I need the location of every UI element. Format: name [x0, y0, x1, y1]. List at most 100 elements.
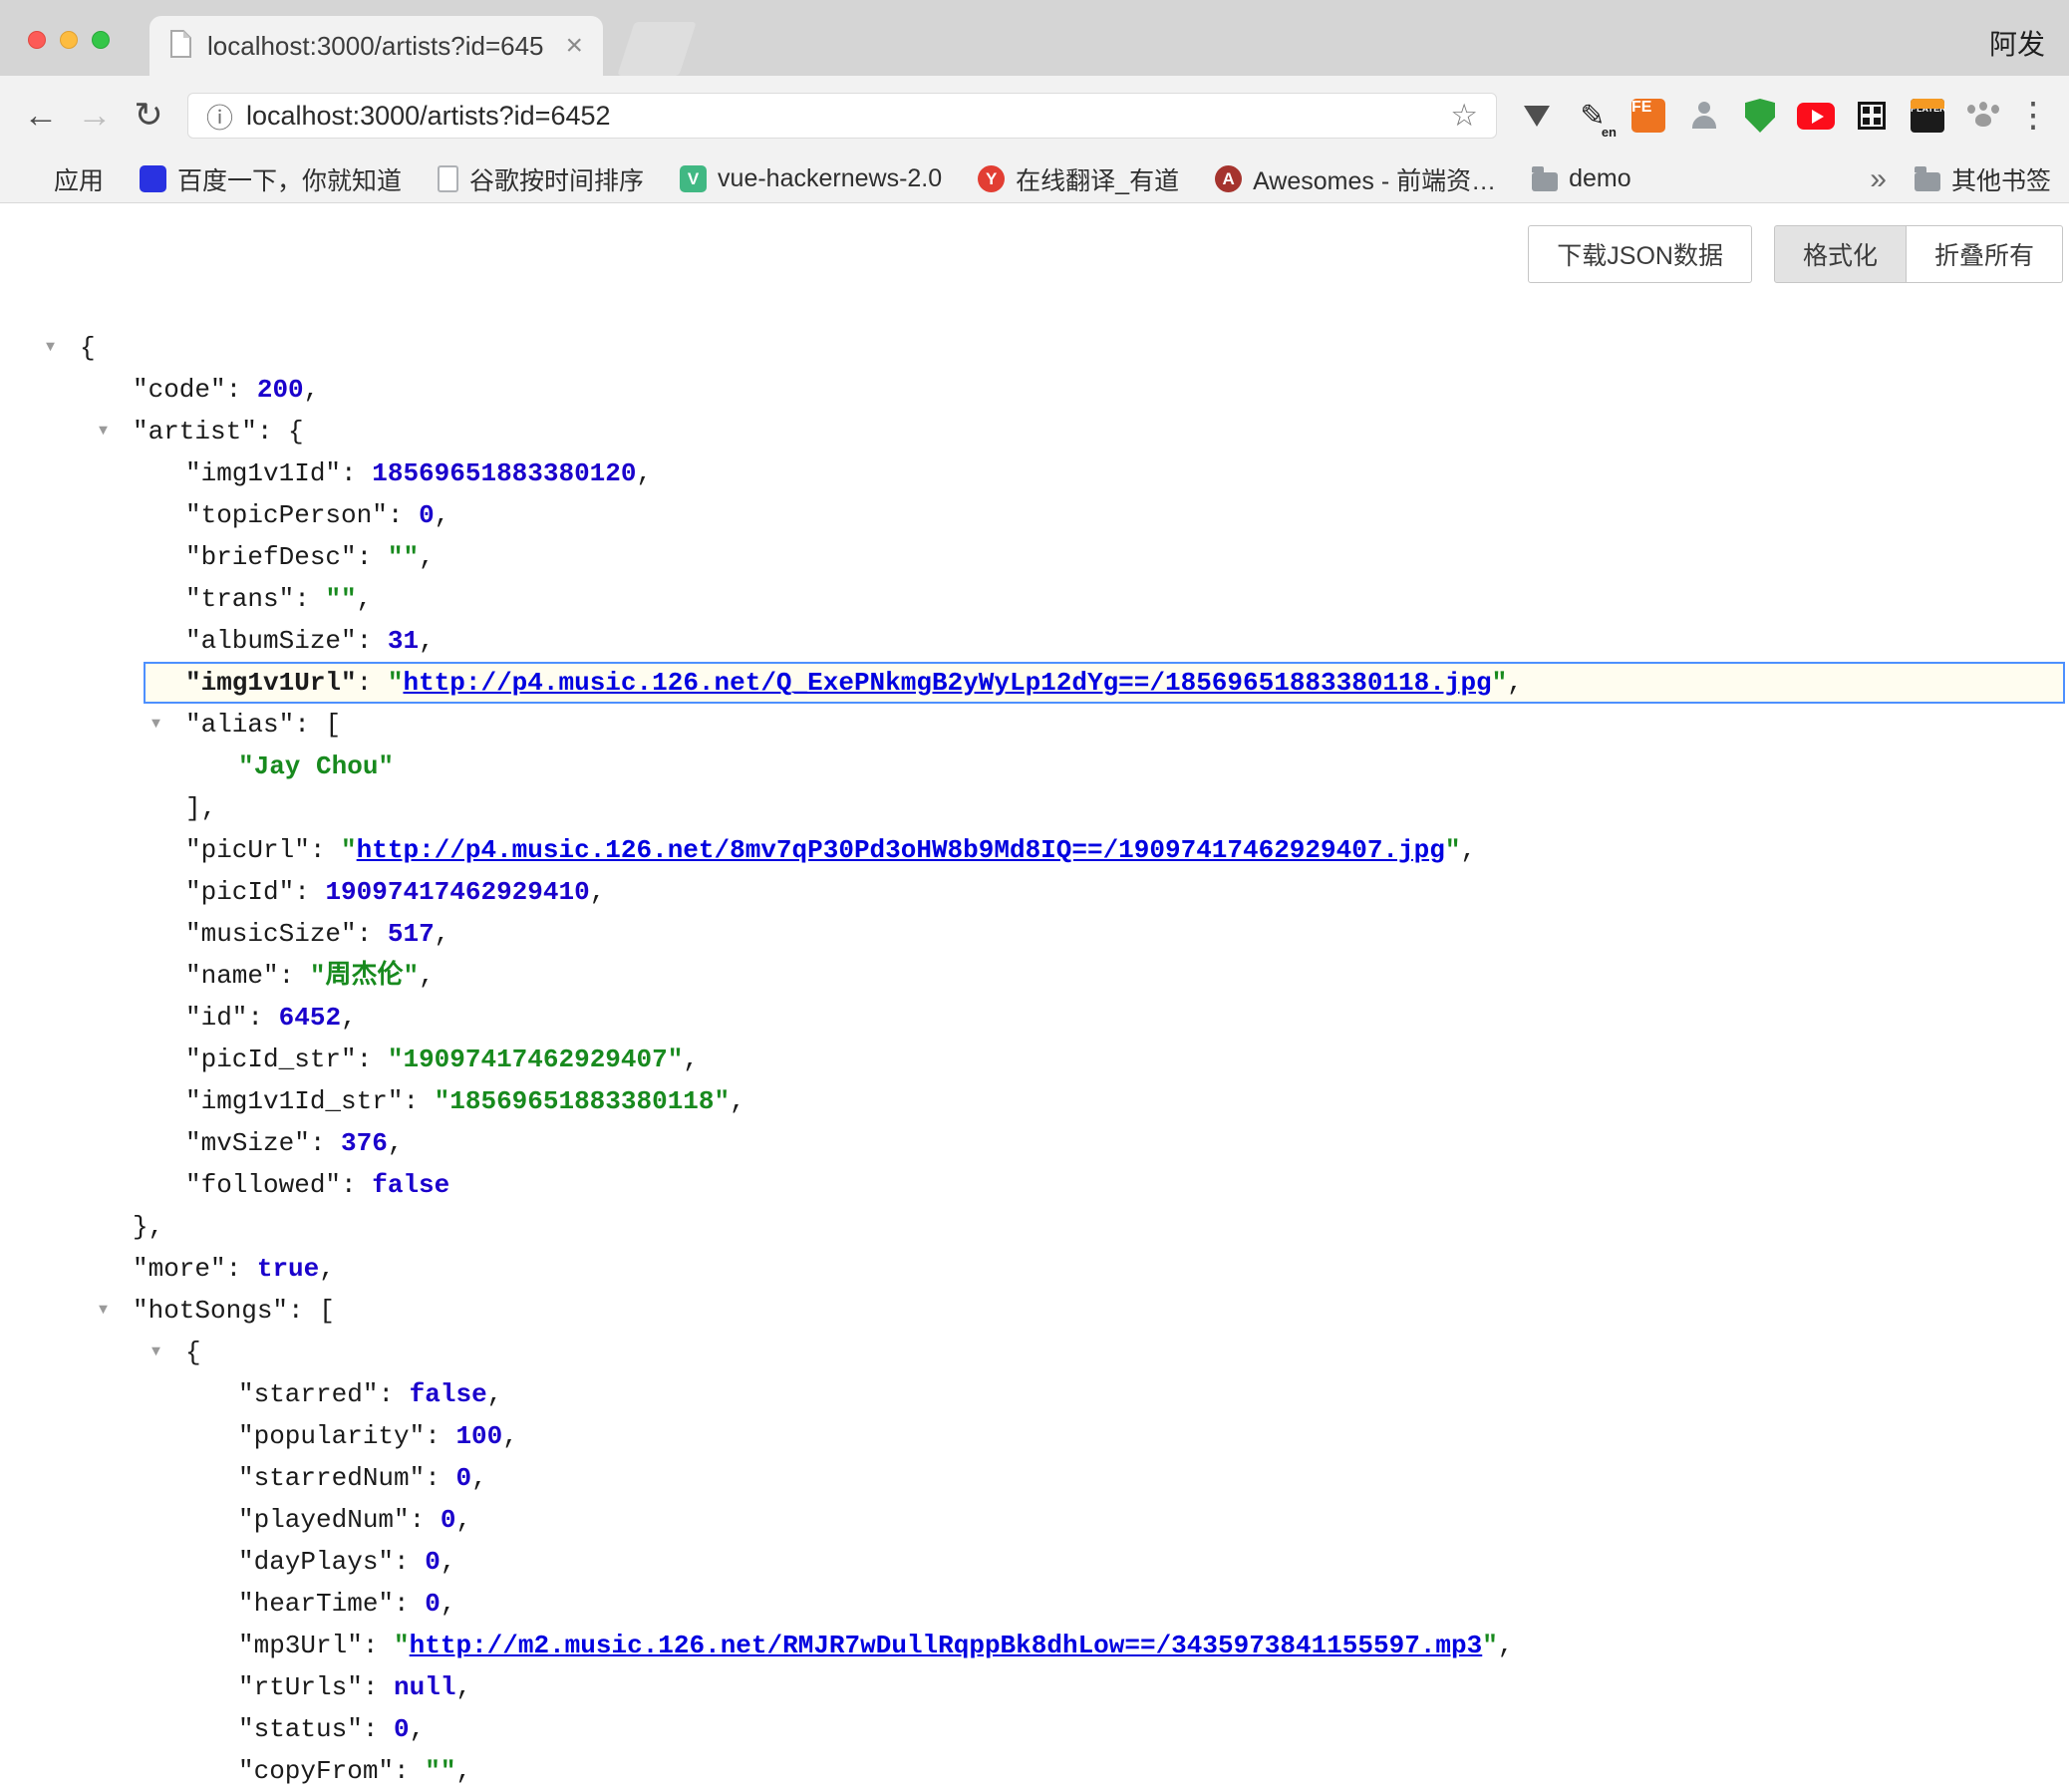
json-key: "artist": [133, 417, 257, 447]
folder-icon: [1915, 172, 1940, 191]
bookmark-item-baidu[interactable]: 百度一下，你就知道: [140, 161, 402, 197]
json-line: "Jay Chou": [0, 746, 2069, 787]
download-json-button[interactable]: 下载JSON数据: [1528, 225, 1752, 283]
bookmark-item-awesomes[interactable]: AAwesomes - 前端资…: [1215, 161, 1496, 197]
collapse-toggle-icon[interactable]: ▼: [46, 327, 55, 369]
json-value: 100: [455, 1421, 502, 1451]
collapse-toggle-icon[interactable]: ▼: [151, 704, 160, 746]
browser-tab-bar: localhost:3000/artists?id=645 × 阿发: [0, 0, 2069, 76]
bookmark-label: vue-hackernews-2.0: [718, 164, 942, 193]
json-viewer-toolbar: 下载JSON数据 格式化 折叠所有: [0, 225, 2063, 283]
profile-name[interactable]: 阿发: [1989, 23, 2045, 63]
close-window-button[interactable]: [28, 31, 46, 49]
json-line: ▼"alias": [: [0, 704, 2069, 746]
json-value: "": [325, 584, 356, 614]
json-value: 0: [441, 1505, 456, 1535]
json-key: "status": [238, 1714, 363, 1744]
json-punct: [: [325, 710, 341, 740]
shield-extension-icon[interactable]: [1732, 88, 1788, 144]
json-punct: ],: [185, 793, 216, 823]
json-line: "img1v1Url": "http://p4.music.126.net/Q_…: [144, 662, 2065, 704]
folder-favicon-icon: [1532, 172, 1558, 191]
bookmark-label: demo: [1569, 164, 1631, 193]
site-info-icon[interactable]: ⓘ: [206, 97, 233, 136]
address-bar[interactable]: ⓘ localhost:3000/artists?id=6452 ☆: [187, 93, 1497, 139]
youtube-extension-icon[interactable]: [1788, 88, 1844, 144]
reload-button[interactable]: ↻: [122, 96, 175, 136]
format-button[interactable]: 格式化: [1774, 225, 1907, 283]
json-value: 18569651883380120: [372, 458, 636, 488]
json-punct: {: [185, 1338, 201, 1367]
collapse-toggle-icon[interactable]: ▼: [151, 1332, 160, 1373]
json-line: "starred": false,: [0, 1373, 2069, 1415]
json-line: ▼"hotSongs": [: [0, 1290, 2069, 1332]
fullscreen-window-button[interactable]: [92, 31, 110, 49]
bookmark-items: 应用 百度一下，你就知道谷歌按时间排序 Vvue-hackernews-2.0 Y在线…: [18, 161, 1631, 197]
forward-button[interactable]: →: [68, 96, 122, 136]
json-line: "playedNum": 0,: [0, 1499, 2069, 1541]
v-extension-icon[interactable]: [1509, 88, 1565, 144]
collapse-toggle-icon[interactable]: ▼: [99, 1290, 108, 1332]
json-key: "alias": [185, 710, 294, 740]
json-key: "id": [185, 1003, 247, 1033]
json-key: "trans": [185, 584, 294, 614]
json-value: 376: [341, 1128, 388, 1158]
json-line: "id": 6452,: [0, 997, 2069, 1039]
player-extension-icon[interactable]: PLAYER: [1900, 88, 1955, 144]
awesomes-favicon-icon: A: [1215, 165, 1242, 192]
url-text[interactable]: localhost:3000/artists?id=6452: [246, 101, 1437, 132]
qr-extension-icon[interactable]: [1844, 88, 1900, 144]
chrome-menu-icon[interactable]: ⋮: [2011, 96, 2055, 136]
json-key: "albumSize": [185, 626, 357, 656]
bookmark-item-youdao[interactable]: Y在线翻译_有道: [978, 161, 1179, 197]
json-key: "briefDesc": [185, 542, 357, 572]
json-line: "picId_str": "19097417462929407",: [0, 1039, 2069, 1080]
json-line: "img1v1Id_str": "18569651883380118",: [0, 1080, 2069, 1122]
json-key: "followed": [185, 1170, 341, 1200]
json-link[interactable]: http://p4.music.126.net/8mv7qP30Pd3oHW8b…: [357, 835, 1445, 865]
json-key: "code": [133, 375, 226, 405]
translate-extension-icon[interactable]: ✎en: [1565, 88, 1621, 144]
bookmark-item-page[interactable]: 谷歌按时间排序: [438, 161, 644, 197]
json-link[interactable]: http://p4.music.126.net/Q_ExePNkmgB2yWyL…: [403, 668, 1491, 698]
other-bookmarks-folder[interactable]: 其他书签: [1915, 161, 2051, 197]
json-value: false: [372, 1170, 449, 1200]
json-line: "briefDesc": "",: [0, 536, 2069, 578]
tab-close-icon[interactable]: ×: [565, 31, 583, 61]
json-value: null: [394, 1672, 455, 1702]
bookmark-item-apps-grid[interactable]: 应用: [18, 161, 104, 197]
profile-extension-icon[interactable]: [1676, 88, 1732, 144]
browser-tab[interactable]: localhost:3000/artists?id=645 ×: [149, 16, 603, 76]
json-value: 6452: [279, 1003, 341, 1033]
collapse-toggle-icon[interactable]: ▼: [99, 411, 108, 452]
json-line: "starredNum": 0,: [0, 1457, 2069, 1499]
bookmarks-overflow-icon[interactable]: »: [1870, 162, 1887, 196]
json-line: ▼{: [0, 327, 2069, 369]
apps-grid-favicon-icon: [18, 166, 43, 191]
json-line: ▼"artist": {: [0, 411, 2069, 452]
json-key: "topicPerson": [185, 500, 388, 530]
json-line: "topicPerson": 0,: [0, 494, 2069, 536]
json-line: "popularity": 100,: [0, 1415, 2069, 1457]
json-key: "img1v1Id": [185, 458, 341, 488]
json-value: "周杰伦": [310, 961, 419, 991]
minimize-window-button[interactable]: [60, 31, 78, 49]
json-punct: },: [133, 1212, 163, 1242]
json-key: "mvSize": [185, 1128, 310, 1158]
json-value: 31: [388, 626, 419, 656]
bookmark-label: 百度一下，你就知道: [177, 161, 402, 197]
paw-extension-icon[interactable]: [1955, 88, 2011, 144]
browser-toolbar: ← → ↻ ⓘ localhost:3000/artists?id=6452 ☆…: [0, 76, 2069, 155]
bookmark-item-folder[interactable]: demo: [1532, 164, 1631, 193]
json-key: "more": [133, 1254, 226, 1284]
fe-extension-icon[interactable]: FE: [1621, 88, 1676, 144]
bookmark-star-icon[interactable]: ☆: [1450, 98, 1478, 134]
json-line: },: [0, 1206, 2069, 1248]
json-line: "rtUrls": null,: [0, 1666, 2069, 1708]
back-button[interactable]: ←: [14, 96, 68, 136]
new-tab-button[interactable]: [617, 22, 697, 76]
collapse-all-button[interactable]: 折叠所有: [1907, 225, 2063, 283]
bookmark-item-vue[interactable]: Vvue-hackernews-2.0: [680, 164, 942, 193]
json-value: 19097417462929410: [325, 877, 589, 907]
json-link[interactable]: http://m2.music.126.net/RMJR7wDullRqppBk…: [410, 1631, 1483, 1660]
